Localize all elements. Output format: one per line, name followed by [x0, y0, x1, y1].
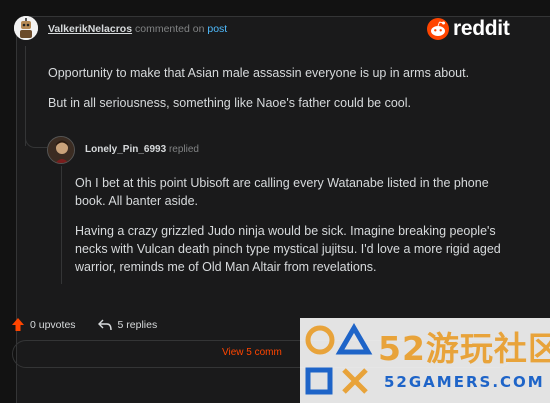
comment-meta: ValkerikNelacros commented on post [48, 23, 227, 35]
author-link[interactable]: ValkerikNelacros [48, 23, 132, 35]
reply-avatar[interactable] [47, 136, 75, 164]
reddit-snoo-icon [427, 18, 449, 40]
comment-paragraph: Opportunity to make that Asian male assa… [48, 66, 470, 80]
controller-buttons-icon [305, 323, 373, 395]
reply-author-link[interactable]: Lonely_Pin_6993 [85, 144, 166, 155]
view-more-label[interactable]: View 5 comm [222, 347, 282, 358]
reply-paragraph: Oh I bet at this point Ubisoft are calli… [75, 176, 489, 208]
arrow-up-icon[interactable] [12, 318, 24, 331]
reddit-wordmark: reddit [453, 17, 510, 40]
reddit-logo: reddit [427, 17, 510, 41]
watermark-title: 52游玩社区 [378, 329, 550, 368]
reply-arrow-icon[interactable] [97, 319, 112, 331]
comment-paragraph: But in all seriousness, something like N… [48, 96, 412, 110]
reply-paragraph: Having a crazy grizzled Judo ninja would… [75, 224, 501, 274]
upvotes-count: 0 upvotes [30, 318, 76, 331]
thread-connector [25, 126, 47, 148]
avatar[interactable] [14, 16, 38, 40]
comment-footer: 0 upvotes 5 replies [12, 318, 157, 331]
reply-thread-line [61, 166, 62, 284]
watermark-url: 52GAMERS.COM [384, 373, 545, 391]
reply-meta: Lonely_Pin_6993 replied [85, 144, 199, 155]
robot-avatar-icon [14, 16, 38, 40]
post-link[interactable]: post [207, 23, 227, 35]
replies-count[interactable]: 5 replies [118, 319, 158, 331]
reply-verb: replied [168, 144, 199, 155]
comment-verb: commented on [134, 23, 205, 35]
